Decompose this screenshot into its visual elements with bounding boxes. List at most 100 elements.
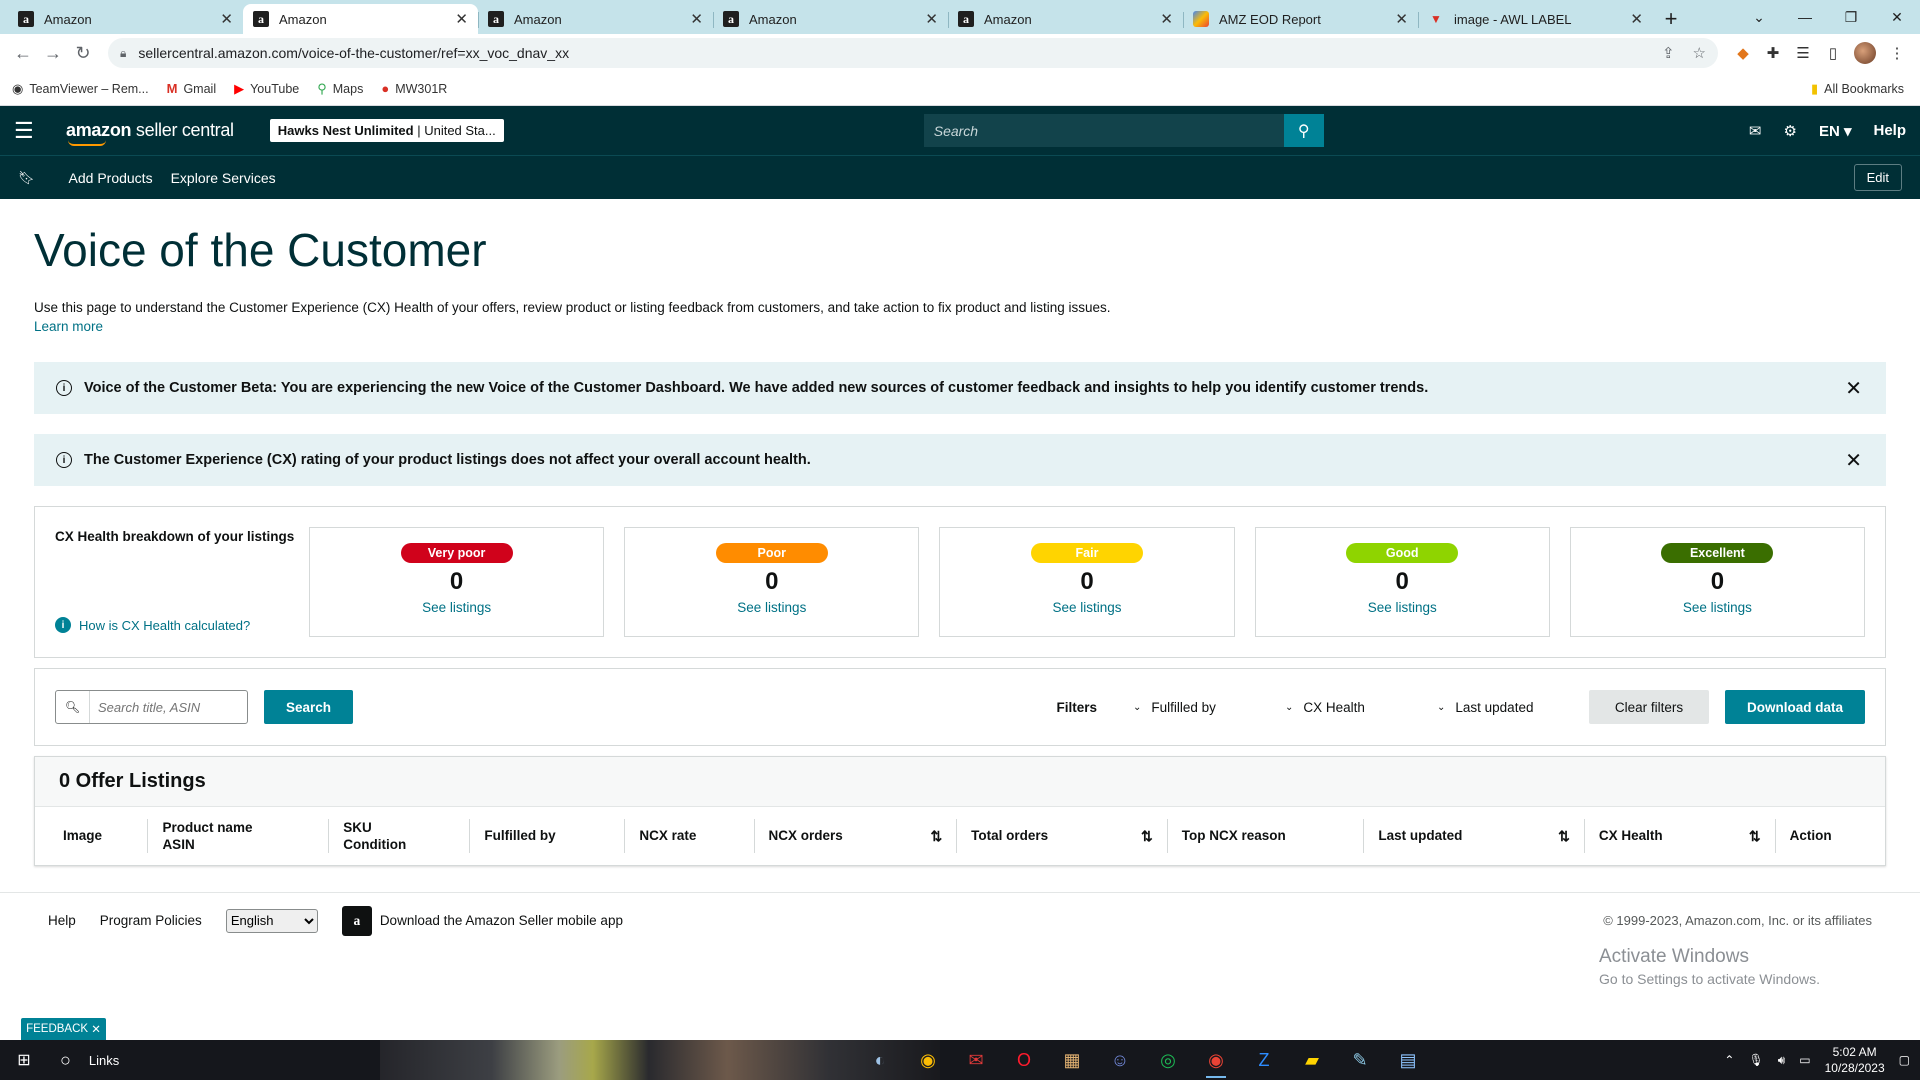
fulfilled-by-dropdown[interactable]: ⌄ Fulfilled by (1133, 700, 1285, 715)
search-button[interactable]: Search (264, 690, 353, 725)
close-icon[interactable]: ✕ (925, 10, 938, 28)
cx-health-dropdown[interactable]: ⌄ CX Health (1285, 700, 1437, 715)
seller-central-logo[interactable]: amazon seller central (66, 120, 234, 146)
close-icon[interactable]: ✕ (1160, 10, 1173, 28)
close-icon[interactable]: ✕ (690, 10, 703, 28)
learn-more-link[interactable]: Learn more (34, 319, 103, 334)
language-select[interactable]: English (225, 908, 318, 933)
lock-icon[interactable]: 🔒︎ (120, 46, 126, 61)
browser-tab[interactable]: a Amazon ✕ (8, 4, 243, 34)
steam-icon[interactable]: ◐ (862, 1042, 898, 1078)
photo-app-icon[interactable]: ▦ (1054, 1042, 1090, 1078)
gear-icon[interactable]: ⚙ (1783, 122, 1796, 140)
url-bar[interactable]: 🔒︎ sellercentral.amazon.com/voice-of-the… (108, 38, 1718, 68)
opera-icon[interactable]: O (1006, 1042, 1042, 1078)
mail-icon[interactable]: ✉ (1749, 122, 1762, 140)
program-policies-link[interactable]: Program Policies (100, 913, 202, 928)
bookmark-gmail[interactable]: M Gmail (167, 81, 217, 96)
see-listings-link[interactable]: See listings (737, 600, 806, 615)
browser-tab-active[interactable]: a Amazon ✕ (243, 4, 478, 34)
cx-health-help-link[interactable]: i How is CX Health calculated? (55, 617, 309, 637)
restore-icon[interactable]: ❐ (1828, 0, 1874, 34)
volume-icon[interactable]: 🔊︎ (1778, 1053, 1786, 1068)
close-icon[interactable]: ✕ (91, 1022, 101, 1036)
browser-tab[interactable]: a Amazon ✕ (948, 4, 1183, 34)
nav-explore-services[interactable]: Explore Services (171, 170, 276, 186)
share-icon[interactable]: ⇪ (1662, 44, 1675, 62)
sort-icon[interactable]: ⇅ (1133, 827, 1153, 845)
bookmark-mw301r[interactable]: ● MW301R (381, 81, 447, 96)
all-bookmarks[interactable]: ▮ All Bookmarks (1811, 81, 1904, 97)
notification-icon[interactable]: ▢ (1899, 1053, 1910, 1067)
back-icon[interactable]: ← (8, 38, 38, 68)
reload-icon[interactable]: ↻ (68, 38, 98, 68)
sticky-notes-icon[interactable]: ▰ (1294, 1042, 1330, 1078)
calculator-icon[interactable]: ▤ (1390, 1042, 1426, 1078)
menu-icon[interactable]: ☰ (14, 118, 50, 144)
close-window-icon[interactable]: ✕ (1874, 0, 1920, 34)
system-clock[interactable]: 5:02 AM 10/28/2023 (1825, 1044, 1885, 1076)
language-selector[interactable]: EN ▾ (1819, 122, 1852, 140)
taskbar-search[interactable]: ○ Links (60, 1050, 200, 1071)
search-icon[interactable]: ⚲ (1283, 114, 1324, 147)
see-listings-link[interactable]: See listings (1052, 600, 1121, 615)
media-icon[interactable]: ☰ (1788, 38, 1818, 68)
microphone-icon[interactable]: 🎙︎ (1748, 1053, 1763, 1067)
network-icon[interactable]: ▭ (1799, 1053, 1810, 1067)
close-icon[interactable]: ✕ (1630, 10, 1643, 28)
browser-tab[interactable]: a Amazon ✕ (713, 4, 948, 34)
see-listings-link[interactable]: See listings (1368, 600, 1437, 615)
edit-button[interactable]: Edit (1853, 164, 1902, 191)
see-listings-link[interactable]: See listings (1683, 600, 1752, 615)
sort-icon[interactable]: ⇅ (922, 827, 942, 845)
footer-help-link[interactable]: Help (48, 913, 76, 928)
download-data-button[interactable]: Download data (1725, 690, 1865, 725)
tab-search-icon[interactable]: ⌄ (1736, 0, 1782, 34)
column-total-orders[interactable]: Total orders ⇅ (957, 819, 1168, 854)
close-icon[interactable]: ✕ (455, 10, 468, 28)
notepad-icon[interactable]: ✎ (1342, 1042, 1378, 1078)
bookmark-pin-icon[interactable]: 🔖︎ (18, 170, 35, 186)
sidepanel-icon[interactable]: ▯ (1818, 38, 1848, 68)
column-cx-health[interactable]: CX Health ⇅ (1585, 819, 1776, 854)
windows-start-icon[interactable]: ⊞ (0, 1050, 48, 1070)
download-app-link[interactable]: Download the Amazon Seller mobile app (380, 913, 623, 928)
feedback-button[interactable]: FEEDBACK ✕ (21, 1018, 106, 1040)
more-icon[interactable]: ⋮ (1882, 38, 1912, 68)
browser-tab[interactable]: ▼ image - AWL LABEL ✕ (1418, 4, 1653, 34)
browser-tab[interactable]: AMZ EOD Report ✕ (1183, 4, 1418, 34)
amazon-app-icon[interactable]: a (341, 905, 372, 936)
zoom-icon[interactable]: Z (1246, 1042, 1282, 1078)
chrome-icon[interactable]: ◉ (910, 1042, 946, 1078)
bookmark-youtube[interactable]: ▶ YouTube (234, 81, 299, 97)
close-icon[interactable]: ✕ (1395, 10, 1408, 28)
store-switcher[interactable]: Hawks Nest Unlimited | United Sta... (269, 119, 504, 142)
browser-tab[interactable]: a Amazon ✕ (478, 4, 713, 34)
discord-icon[interactable]: ☺ (1102, 1042, 1138, 1078)
nav-add-products[interactable]: Add Products (69, 170, 153, 186)
profile-avatar[interactable] (1854, 42, 1876, 64)
chrome-profile-icon[interactable]: ◉ (1198, 1042, 1234, 1078)
sort-icon[interactable]: ⇅ (1741, 827, 1761, 845)
clear-filters-button[interactable]: Clear filters (1589, 690, 1709, 725)
mail-app-icon[interactable]: ✉ (958, 1042, 994, 1078)
metamask-icon[interactable]: ◆ (1728, 38, 1758, 68)
search-input[interactable] (90, 699, 247, 715)
chevron-up-icon[interactable]: ⌃ (1724, 1053, 1734, 1067)
close-icon[interactable]: ✕ (1845, 376, 1862, 401)
column-ncx-orders[interactable]: NCX orders ⇅ (755, 819, 958, 854)
close-icon[interactable]: ✕ (220, 10, 233, 28)
sort-icon[interactable]: ⇅ (1550, 827, 1570, 845)
bookmark-maps[interactable]: ⚲ Maps (317, 81, 363, 97)
column-last-updated[interactable]: Last updated ⇅ (1364, 819, 1585, 854)
bookmark-teamviewer[interactable]: ◉ TeamViewer – Rem... (12, 81, 149, 97)
url-text[interactable]: sellercentral.amazon.com/voice-of-the-cu… (138, 45, 1644, 61)
see-listings-link[interactable]: See listings (422, 600, 491, 615)
spotify-icon[interactable]: ◎ (1150, 1042, 1186, 1078)
bookmark-star-icon[interactable]: ☆ (1693, 44, 1706, 62)
extensions-icon[interactable]: ✚ (1758, 38, 1788, 68)
help-link[interactable]: Help (1873, 122, 1906, 139)
new-tab-button[interactable]: + (1653, 4, 1689, 34)
close-icon[interactable]: ✕ (1845, 448, 1862, 473)
last-updated-dropdown[interactable]: ⌄ Last updated (1437, 700, 1589, 715)
